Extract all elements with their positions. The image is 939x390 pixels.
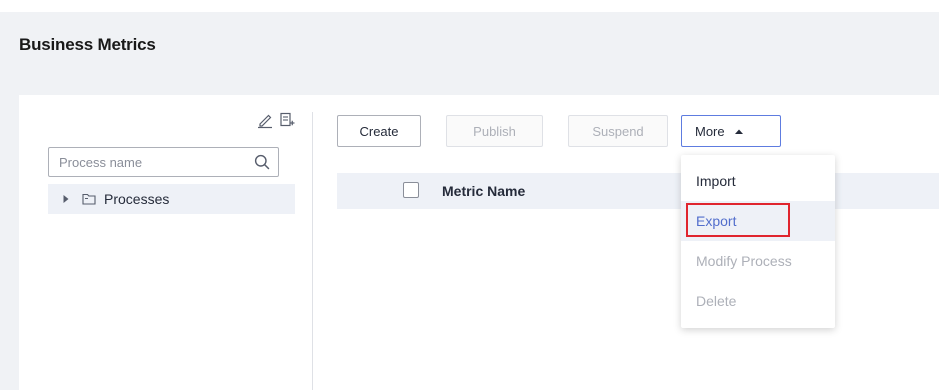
select-all-checkbox[interactable] <box>403 182 419 198</box>
menu-item-delete[interactable]: Delete <box>681 281 835 321</box>
tree-toolbar <box>256 111 296 129</box>
more-button[interactable]: More <box>681 115 781 147</box>
create-button[interactable]: Create <box>337 115 421 147</box>
suspend-button[interactable]: Suspend <box>568 115 668 147</box>
page-title: Business Metrics <box>19 35 156 54</box>
edit-icon[interactable] <box>256 111 274 129</box>
more-button-label: More <box>695 123 725 139</box>
menu-item-import[interactable]: Import <box>681 161 835 201</box>
table-header <box>337 173 939 209</box>
search-icon[interactable] <box>254 154 270 175</box>
tree-node-label: Processes <box>104 191 170 207</box>
process-search-input[interactable] <box>59 148 239 176</box>
add-folder-icon[interactable] <box>278 111 296 129</box>
folder-icon <box>82 193 96 205</box>
caret-right-icon[interactable] <box>62 194 70 204</box>
more-dropdown-menu: Import Export Modify Process Delete <box>681 155 835 328</box>
menu-item-export[interactable]: Export <box>681 201 835 241</box>
caret-up-icon <box>734 128 744 135</box>
column-header-metric-name: Metric Name <box>442 183 526 199</box>
publish-button[interactable]: Publish <box>446 115 543 147</box>
menu-item-modify-process[interactable]: Modify Process <box>681 241 835 281</box>
panel-divider <box>312 112 313 390</box>
process-search <box>48 147 279 177</box>
tree-node-processes[interactable]: Processes <box>48 184 295 214</box>
